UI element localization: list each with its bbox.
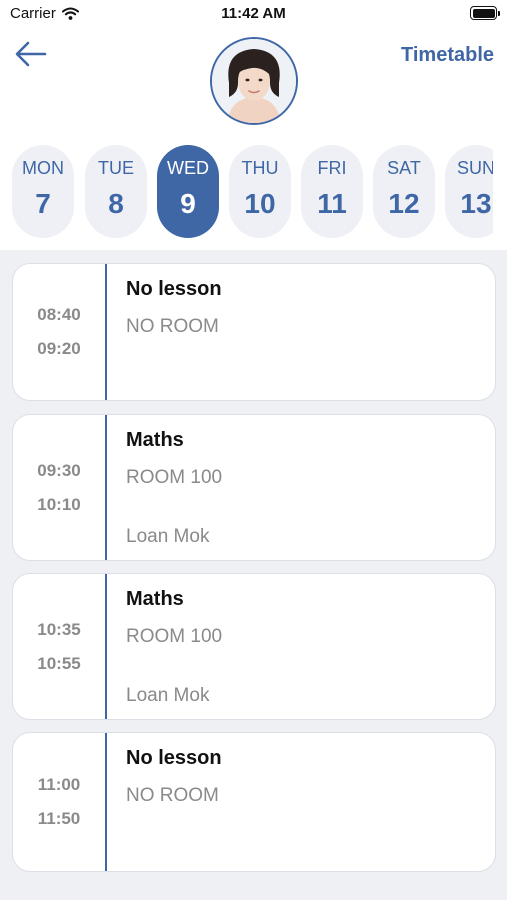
day-number: 11 bbox=[317, 188, 347, 219]
lesson-room: ROOM 100 bbox=[126, 626, 223, 647]
day-number: 13 bbox=[460, 188, 492, 219]
day-mon[interactable]: MON 7 bbox=[12, 145, 74, 238]
status-time: 11:42 AM bbox=[221, 5, 286, 22]
lesson-end-time: 09:20 bbox=[37, 339, 81, 358]
day-name: TUE bbox=[98, 158, 134, 178]
day-sun[interactable]: SUN 13 bbox=[445, 145, 493, 238]
lesson-list[interactable]: 08:40 09:20 No lesson NO ROOM 09:30 10:1… bbox=[0, 250, 507, 900]
lesson-end-time: 10:10 bbox=[37, 494, 81, 514]
lesson-card[interactable]: 09:30 10:10 Maths ROOM 100 Loan Mok bbox=[12, 414, 496, 561]
day-number: 7 bbox=[35, 188, 51, 219]
day-tue[interactable]: TUE 8 bbox=[85, 145, 147, 238]
arrow-left-icon bbox=[15, 41, 47, 67]
day-name: SAT bbox=[387, 158, 421, 178]
lesson-card[interactable]: 08:40 09:20 No lesson NO ROOM bbox=[12, 263, 496, 401]
day-fri[interactable]: FRI 11 bbox=[301, 145, 363, 238]
day-name: THU bbox=[241, 158, 279, 178]
lesson-room: NO ROOM bbox=[126, 785, 219, 806]
nav-bar: Timetable bbox=[0, 28, 507, 138]
day-name: MON bbox=[22, 158, 64, 178]
lesson-divider bbox=[105, 415, 107, 560]
lesson-start-time: 09:30 bbox=[37, 460, 81, 480]
timetable-title[interactable]: Timetable bbox=[401, 44, 494, 67]
battery-icon bbox=[470, 6, 500, 20]
day-selector: MON 7 TUE 8 WED 9 THU 10 FRI 11 SAT 12 S… bbox=[0, 145, 493, 239]
avatar-photo bbox=[212, 39, 296, 123]
day-thu[interactable]: THU 10 bbox=[229, 145, 291, 238]
lesson-divider bbox=[105, 264, 107, 400]
day-name: WED bbox=[167, 158, 209, 178]
day-name: FRI bbox=[317, 158, 347, 178]
lesson-teacher: Loan Mok bbox=[126, 685, 210, 706]
lesson-teacher: Loan Mok bbox=[126, 526, 210, 547]
lesson-divider bbox=[105, 733, 107, 871]
lesson-subject: No lesson bbox=[126, 278, 222, 300]
lesson-room: ROOM 100 bbox=[126, 467, 223, 488]
lesson-divider bbox=[105, 574, 107, 719]
lesson-subject: Maths bbox=[126, 588, 184, 610]
day-number: 10 bbox=[244, 188, 276, 219]
day-number: 8 bbox=[108, 188, 124, 219]
day-sat[interactable]: SAT 12 bbox=[373, 145, 435, 238]
lesson-subject: Maths bbox=[126, 429, 184, 451]
lesson-card[interactable]: 11:00 11:50 No lesson NO ROOM bbox=[12, 732, 496, 872]
avatar[interactable] bbox=[210, 37, 298, 125]
lesson-room: NO ROOM bbox=[126, 316, 219, 337]
day-number: 12 bbox=[388, 188, 420, 219]
lesson-times: 10:35 10:55 bbox=[13, 574, 105, 719]
lesson-times: 08:40 09:20 bbox=[13, 264, 105, 400]
lesson-subject: No lesson bbox=[126, 747, 222, 769]
lesson-end-time: 11:50 bbox=[37, 809, 81, 828]
lesson-card[interactable]: 10:35 10:55 Maths ROOM 100 Loan Mok bbox=[12, 573, 496, 720]
day-number: 9 bbox=[180, 188, 196, 219]
day-wed[interactable]: WED 9 bbox=[157, 145, 219, 238]
lesson-times: 11:00 11:50 bbox=[13, 733, 105, 871]
day-name: SUN bbox=[456, 158, 493, 178]
lesson-end-time: 10:55 bbox=[37, 653, 81, 673]
back-button[interactable] bbox=[14, 40, 50, 70]
lesson-start-time: 10:35 bbox=[37, 619, 81, 639]
status-bar: Carrier 11:42 AM bbox=[0, 0, 507, 28]
lesson-start-time: 08:40 bbox=[37, 305, 81, 324]
lesson-start-time: 11:00 bbox=[37, 775, 81, 794]
lesson-times: 09:30 10:10 bbox=[13, 415, 105, 560]
